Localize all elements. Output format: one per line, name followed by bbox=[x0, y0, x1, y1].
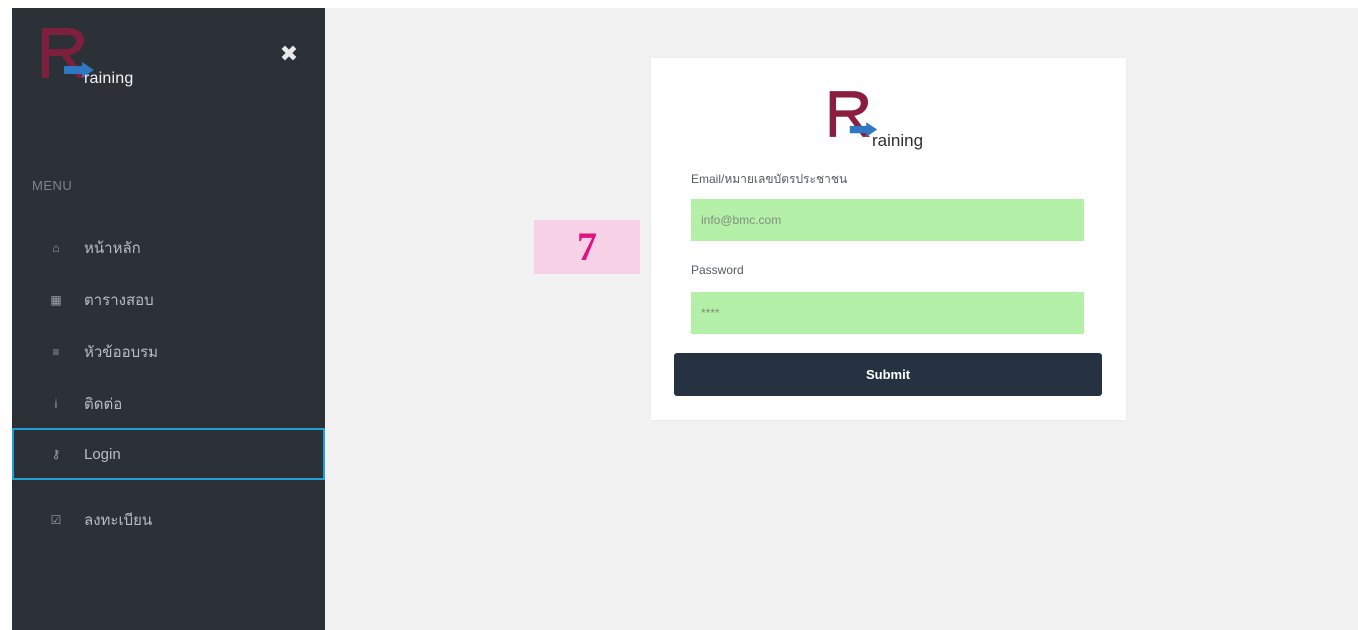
email-field[interactable] bbox=[691, 199, 1084, 241]
sidebar-item-login[interactable]: ⚷ Login bbox=[12, 428, 325, 480]
login-card: raining Email/หมายเลขบัตรประชาชน Passwor… bbox=[651, 58, 1126, 420]
list-icon: ≡ bbox=[52, 345, 60, 359]
checkbox-icon: ☑ bbox=[50, 513, 62, 527]
menu-heading: MENU bbox=[32, 178, 73, 193]
close-icon[interactable]: ✖ bbox=[277, 42, 301, 66]
sidebar-item-label: ลงทะเบียน bbox=[84, 512, 153, 529]
sidebar-item-training-topics[interactable]: ≡ หัวข้ออบรม bbox=[12, 326, 325, 378]
sidebar-logo-text: raining bbox=[84, 70, 134, 87]
step-annotation-badge: 7 bbox=[534, 220, 640, 274]
info-icon: i bbox=[54, 397, 58, 411]
key-icon: ⚷ bbox=[51, 447, 61, 461]
password-field[interactable] bbox=[691, 292, 1084, 334]
sidebar-item-home[interactable]: ⌂ หน้าหลัก bbox=[12, 222, 325, 274]
email-label: Email/หมายเลขบัตรประชาชน bbox=[691, 172, 848, 186]
password-label: Password bbox=[691, 263, 744, 277]
sidebar-item-label: หัวข้ออบรม bbox=[84, 344, 159, 361]
sidebar-item-label: ตารางสอบ bbox=[84, 292, 154, 309]
sidebar-item-register[interactable]: ☑ ลงทะเบียน bbox=[12, 494, 325, 546]
submit-button[interactable]: Submit bbox=[674, 353, 1102, 396]
sidebar: raining ✖ MENU ⌂ หน้าหลัก ▦ ตารางสอบ ≡ ห… bbox=[12, 8, 325, 630]
home-icon: ⌂ bbox=[52, 241, 60, 255]
sidebar-item-exam-schedule[interactable]: ▦ ตารางสอบ bbox=[12, 274, 325, 326]
sidebar-item-contact[interactable]: i ติดต่อ bbox=[12, 378, 325, 430]
calendar-icon: ▦ bbox=[50, 293, 62, 307]
sidebar-logo: raining bbox=[38, 22, 178, 92]
sidebar-item-label: หน้าหลัก bbox=[84, 240, 141, 257]
sidebar-item-label: Login bbox=[84, 445, 121, 463]
sidebar-item-label: ติดต่อ bbox=[84, 396, 123, 413]
login-logo: raining bbox=[826, 84, 956, 150]
login-logo-text: raining bbox=[872, 131, 924, 150]
